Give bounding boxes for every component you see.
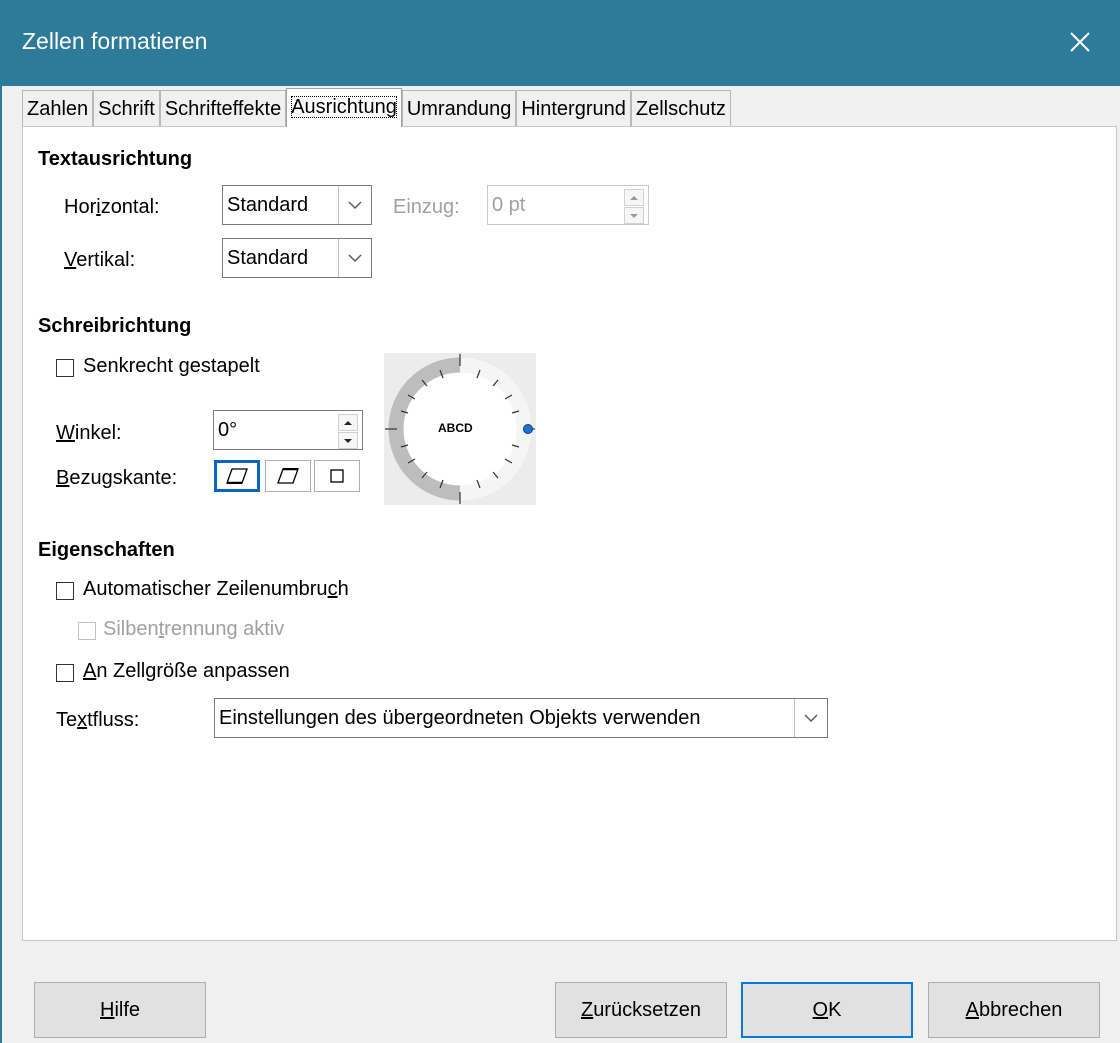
textflow-select[interactable]: Einstellungen des übergeordneten Objekts… xyxy=(214,698,828,738)
horizontal-select[interactable]: Standard xyxy=(222,185,372,225)
angle-label: Winkel: xyxy=(56,422,122,444)
tab-hintergrund[interactable]: Hintergrund xyxy=(516,90,631,127)
wrap-text-label: Automatischer Zeilenumbruch xyxy=(83,578,349,600)
spin-down-icon[interactable] xyxy=(338,432,358,449)
tab-ausrichtung[interactable]: Ausrichtung xyxy=(286,88,402,127)
indent-value: 0 pt xyxy=(492,194,526,216)
window-border xyxy=(0,86,2,1043)
tab-zahlen[interactable]: Zahlen xyxy=(22,90,94,127)
textflow-label: Textfluss: xyxy=(56,709,140,731)
chevron-down-icon[interactable] xyxy=(338,186,371,224)
horizontal-value: Standard xyxy=(227,194,309,216)
reference-edge-label: Bezugskante: xyxy=(56,467,178,489)
parallelogram-bottom-icon xyxy=(226,468,248,484)
reference-edge-top-button[interactable] xyxy=(265,460,311,492)
spin-down-icon[interactable] xyxy=(624,207,644,224)
close-icon xyxy=(1070,32,1090,52)
textflow-value: Einstellungen des übergeordneten Objekts… xyxy=(219,707,701,729)
vertical-label: Vertikal: xyxy=(64,249,136,271)
hyphenation-label: Silbentrennung aktiv xyxy=(103,618,285,640)
tab-schrifteffekte[interactable]: Schrifteffekte xyxy=(159,90,287,127)
tab-umrandung[interactable]: Umrandung xyxy=(401,90,517,127)
section-heading-text-orientation: Schreibrichtung xyxy=(38,315,192,337)
parallelogram-top-icon xyxy=(277,468,299,484)
reference-edge-bottom-button[interactable] xyxy=(214,460,260,492)
shrink-to-fit-checkbox[interactable] xyxy=(56,664,74,682)
angle-spin-arrows[interactable] xyxy=(338,414,358,449)
square-icon xyxy=(330,469,344,483)
ok-button[interactable]: OK xyxy=(741,982,913,1038)
indent-spinbox[interactable]: 0 pt xyxy=(487,185,649,225)
title-bar: Zellen formatieren xyxy=(0,0,1120,86)
angle-value: 0° xyxy=(218,419,238,441)
help-button[interactable]: Hilfe xyxy=(34,982,206,1038)
section-heading-text-alignment: Textausrichtung xyxy=(38,148,193,170)
indent-spin-arrows[interactable] xyxy=(624,189,644,224)
horizontal-label: Horizontal: xyxy=(64,196,160,218)
spin-up-icon[interactable] xyxy=(338,414,358,431)
chevron-down-icon[interactable] xyxy=(338,239,371,277)
vertical-value: Standard xyxy=(227,247,309,269)
tab-schrift[interactable]: Schrift xyxy=(93,90,160,127)
vertical-select[interactable]: Standard xyxy=(222,238,372,278)
wrap-text-checkbox[interactable] xyxy=(56,582,74,600)
dial-sample-text: ABCD xyxy=(438,421,473,435)
hyphenation-checkbox[interactable] xyxy=(78,622,96,640)
stacked-checkbox[interactable] xyxy=(56,359,74,377)
reference-edge-inside-button[interactable] xyxy=(314,460,360,492)
stacked-label: Senkrecht gestapelt xyxy=(83,355,260,377)
tab-zellschutz[interactable]: Zellschutz xyxy=(630,90,731,127)
indent-label: Einzug: xyxy=(393,196,460,218)
section-heading-properties: Eigenschaften xyxy=(38,539,175,561)
tab-bar: Zahlen Schrift Schrifteffekte Ausrichtun… xyxy=(22,88,731,127)
close-button[interactable] xyxy=(1052,14,1108,70)
cancel-button[interactable]: Abbrechen xyxy=(928,982,1100,1038)
chevron-down-icon[interactable] xyxy=(794,699,827,737)
window-title: Zellen formatieren xyxy=(22,28,208,54)
angle-spinbox[interactable]: 0° xyxy=(213,410,363,450)
spin-up-icon[interactable] xyxy=(624,189,644,206)
tab-panel xyxy=(22,126,1117,941)
rotation-dial[interactable]: ABCD xyxy=(384,353,536,505)
reset-button[interactable]: Zurücksetzen xyxy=(555,982,727,1038)
shrink-to-fit-label: An Zellgröße anpassen xyxy=(83,660,290,682)
